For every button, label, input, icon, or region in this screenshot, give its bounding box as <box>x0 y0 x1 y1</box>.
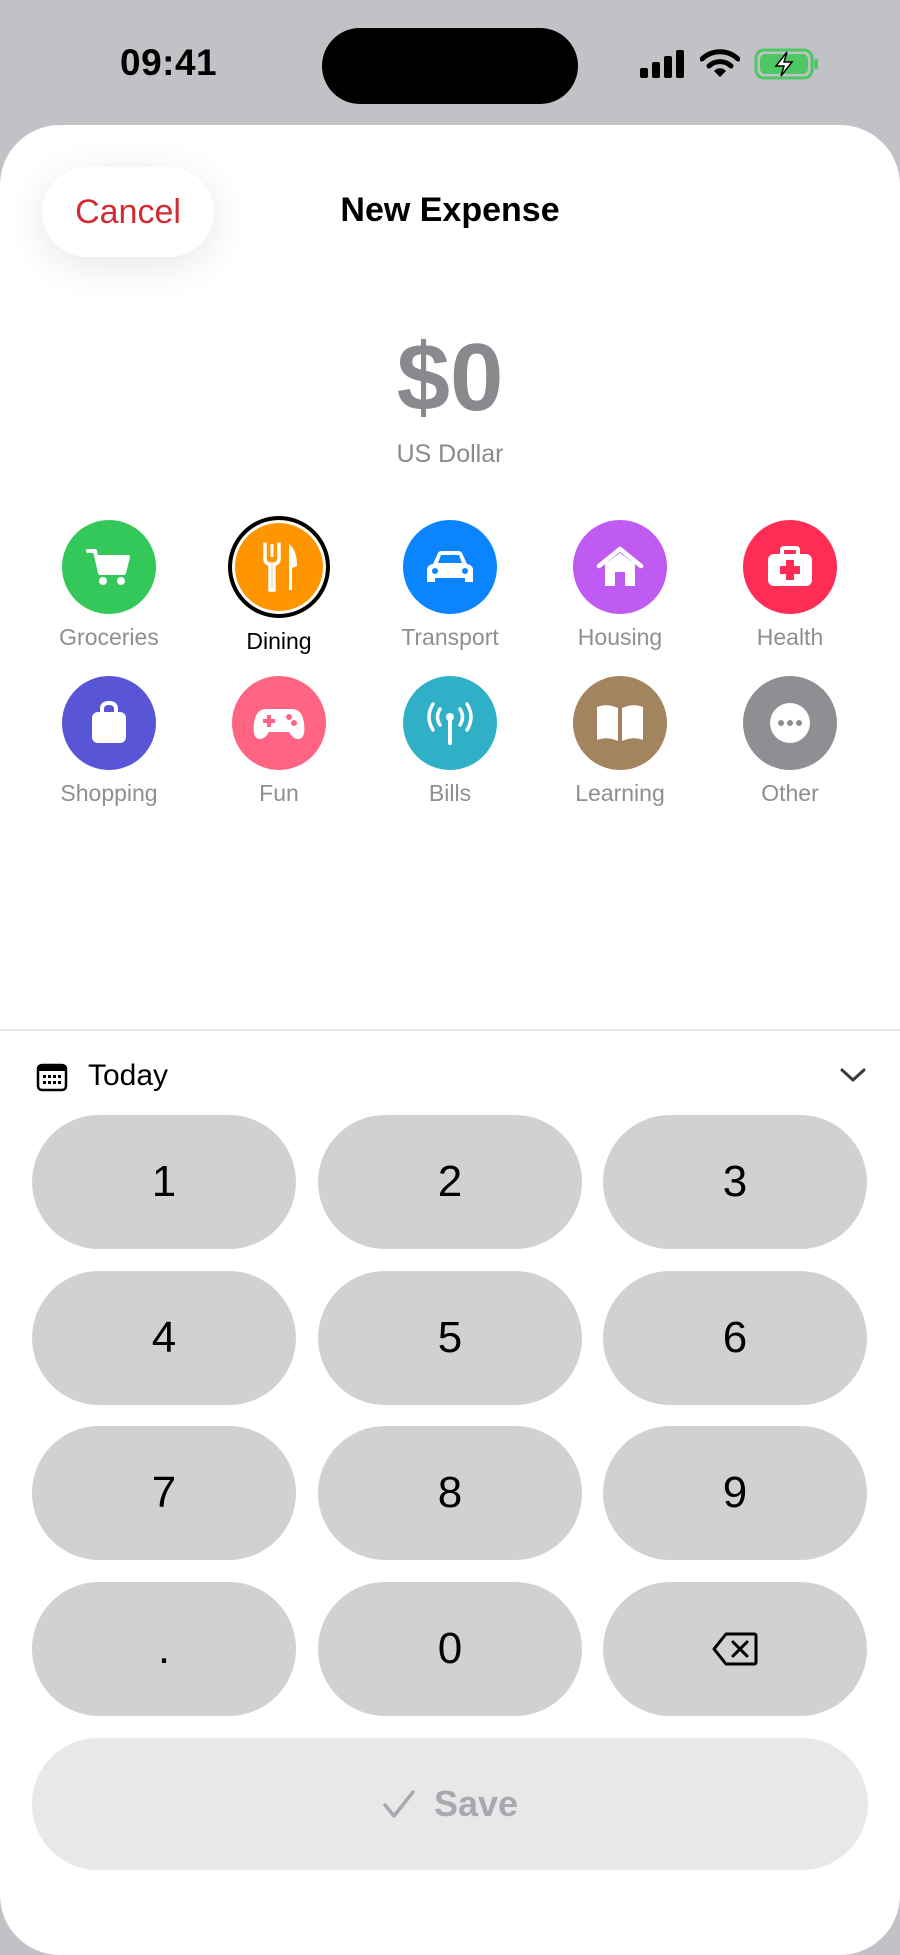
key-1[interactable]: 1 <box>32 1115 296 1249</box>
category-label: Health <box>756 624 824 650</box>
key-0[interactable]: 0 <box>318 1582 582 1716</box>
status-icons <box>640 48 820 80</box>
category-fun[interactable]: Fun <box>204 676 354 807</box>
key-6[interactable]: 6 <box>603 1271 867 1405</box>
category-transport[interactable]: Transport <box>375 520 525 651</box>
category-groceries[interactable]: Groceries <box>34 520 184 651</box>
category-label: Groceries <box>59 624 159 650</box>
save-label: Save <box>433 1783 519 1824</box>
category-label: Learning <box>575 780 665 806</box>
key-2[interactable]: 2 <box>318 1115 582 1249</box>
category-learning[interactable]: Learning <box>545 676 695 807</box>
sheet-title: New Expense <box>340 191 560 229</box>
key-8[interactable]: 8 <box>318 1426 582 1560</box>
date-label: Today <box>88 1059 169 1092</box>
checkmark-icon <box>383 1790 415 1818</box>
fork-knife-icon <box>228 516 330 618</box>
category-shopping[interactable]: Shopping <box>34 676 184 807</box>
wifi-icon <box>700 49 740 77</box>
new-expense-sheet: Cancel New Expense $0 US Dollar Grocerie… <box>0 125 900 1955</box>
category-other[interactable]: Other <box>715 676 865 807</box>
key-3[interactable]: 3 <box>603 1115 867 1249</box>
gamepad-icon <box>232 676 326 770</box>
key-decimal[interactable]: . <box>32 1582 296 1716</box>
cellular-signal-icon <box>640 50 684 78</box>
category-label: Transport <box>401 624 499 650</box>
category-dining[interactable]: Dining <box>204 516 354 655</box>
antenna-icon <box>403 676 497 770</box>
backspace-icon <box>712 1632 758 1666</box>
book-icon <box>573 676 667 770</box>
key-9[interactable]: 9 <box>603 1426 867 1560</box>
calendar-icon <box>36 1063 68 1092</box>
house-icon <box>573 520 667 614</box>
medical-bag-icon <box>743 520 837 614</box>
category-health[interactable]: Health <box>715 520 865 651</box>
amount-display[interactable]: $0 <box>0 323 900 433</box>
key-7[interactable]: 7 <box>32 1426 296 1560</box>
status-time: 09:41 <box>120 42 218 83</box>
status-bar: 09:41 <box>0 0 900 125</box>
key-5[interactable]: 5 <box>318 1271 582 1405</box>
category-label: Dining <box>246 628 312 654</box>
car-icon <box>403 520 497 614</box>
category-label: Other <box>761 780 819 806</box>
key-4[interactable]: 4 <box>32 1271 296 1405</box>
category-label: Shopping <box>60 780 158 806</box>
date-picker-row[interactable]: Today <box>0 1045 900 1115</box>
shopping-bag-icon <box>62 676 156 770</box>
category-label: Housing <box>577 624 663 650</box>
delete-button[interactable] <box>603 1582 867 1716</box>
save-button[interactable]: Save <box>32 1738 868 1870</box>
divider <box>0 1029 900 1031</box>
currency-label[interactable]: US Dollar <box>0 440 900 469</box>
ellipsis-icon <box>743 676 837 770</box>
category-housing[interactable]: Housing <box>545 520 695 651</box>
category-label: Bills <box>428 780 472 806</box>
battery-charging-icon <box>754 48 818 80</box>
category-label: Fun <box>259 780 299 806</box>
dynamic-island <box>322 28 578 104</box>
chevron-down-icon <box>840 1068 866 1082</box>
cart-icon <box>62 520 156 614</box>
category-bills[interactable]: Bills <box>375 676 525 807</box>
